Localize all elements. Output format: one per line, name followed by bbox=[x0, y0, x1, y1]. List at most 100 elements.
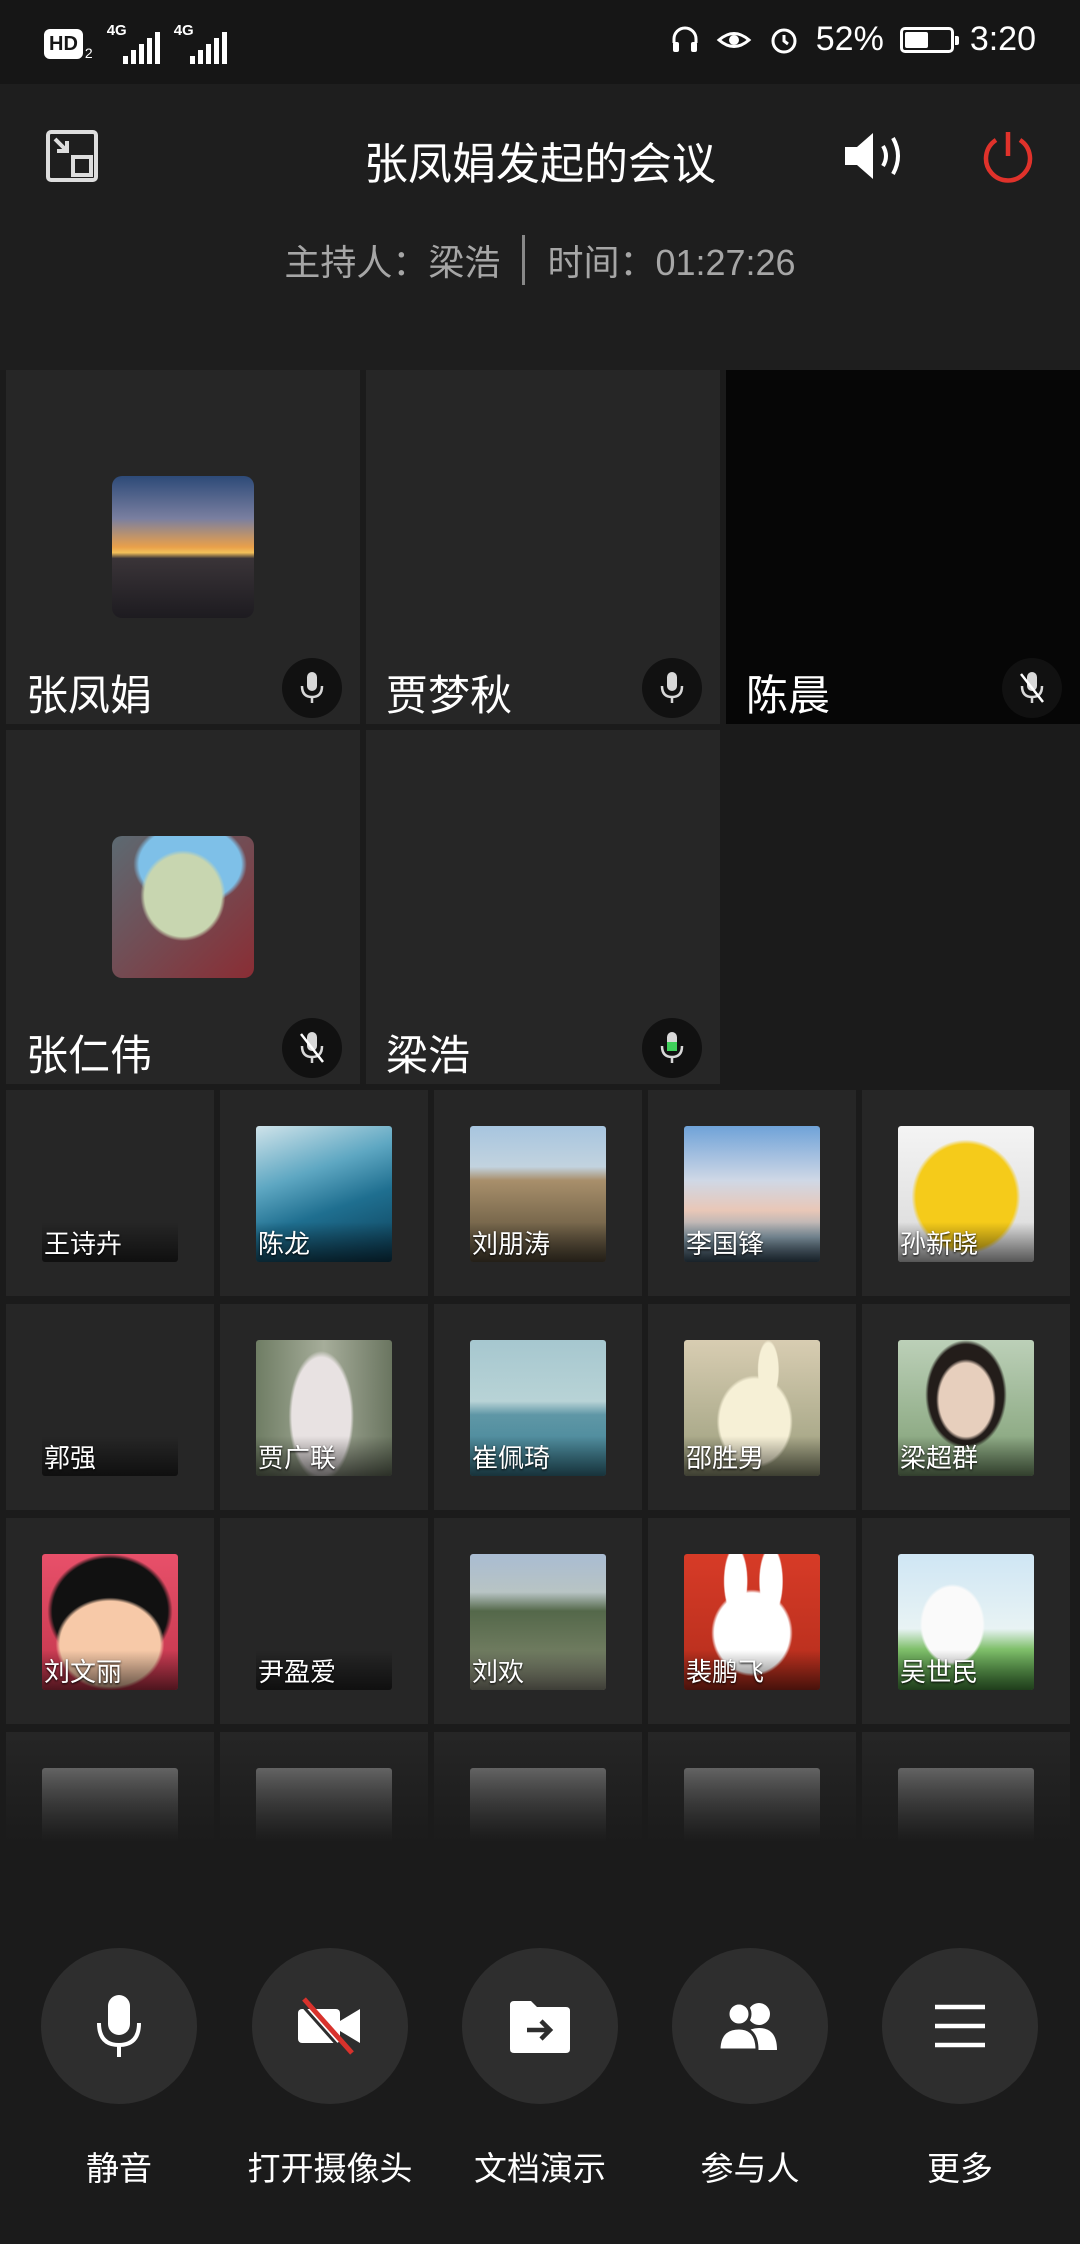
building-photo: 刘朋涛 bbox=[470, 1126, 606, 1262]
participant-name: 王诗卉 bbox=[44, 1229, 123, 1259]
microphone-icon bbox=[282, 658, 342, 718]
document-present-label: 文档演示 bbox=[474, 2150, 606, 2187]
participant-tile[interactable]: 郭强 bbox=[6, 1304, 214, 1510]
participant-tile[interactable]: 尹盈爱 bbox=[220, 1518, 428, 1724]
more-button[interactable]: 更多 bbox=[860, 1948, 1060, 2190]
participant-name: 郭强 bbox=[44, 1443, 97, 1473]
participant-name: 刘朋涛 bbox=[472, 1229, 551, 1259]
hd-voice-badge: HD bbox=[44, 29, 83, 59]
participant-name: 李国锋 bbox=[686, 1229, 765, 1259]
participant-tile[interactable]: 崔佩琦 bbox=[434, 1304, 642, 1510]
participant-tile[interactable]: 裴鹏飞 bbox=[648, 1518, 856, 1724]
mute-label: 静音 bbox=[86, 2150, 152, 2187]
mute-button[interactable]: 静音 bbox=[19, 1948, 219, 2190]
participant-tile[interactable]: 邵胜男 bbox=[648, 1304, 856, 1510]
sea-horizon-photo: 崔佩琦 bbox=[470, 1340, 606, 1476]
participant-tile[interactable]: 刘朋涛 bbox=[434, 1090, 642, 1296]
menu-icon bbox=[935, 2004, 985, 2048]
info-divider bbox=[522, 235, 526, 285]
meeting-info: 主持人：梁浩 时间：01:27:26 bbox=[0, 234, 1080, 286]
participant-name: 崔佩琦 bbox=[472, 1443, 551, 1473]
power-icon bbox=[983, 132, 1033, 183]
more-label: 更多 bbox=[927, 2150, 993, 2187]
ocean-wave-photo: 陈龙 bbox=[256, 1126, 392, 1262]
participants-circle[interactable] bbox=[672, 1948, 828, 2104]
tree-trunk-photo: 贾广联 bbox=[256, 1340, 392, 1476]
yellow-candy-mascot-photo: 孙新晓 bbox=[898, 1126, 1034, 1262]
sleeping-bunny-photo: 尹盈爱 bbox=[256, 1554, 392, 1690]
open-camera-circle[interactable] bbox=[252, 1948, 408, 2104]
participant-name: 孙新晓 bbox=[900, 1229, 979, 1259]
headset-icon bbox=[672, 26, 698, 52]
mic-muted-icon bbox=[1002, 658, 1062, 718]
video-tile[interactable]: 张仁伟 bbox=[6, 730, 360, 1084]
scroll-fade bbox=[0, 1740, 1080, 1860]
video-tile[interactable]: 贾梦秋 bbox=[366, 370, 720, 724]
microphone-icon bbox=[97, 1995, 141, 2057]
mic-speaking-icon bbox=[642, 1018, 702, 1078]
participant-tile[interactable]: 吴世民 bbox=[862, 1518, 1070, 1724]
woman-portrait-photo: 梁超群 bbox=[898, 1340, 1034, 1476]
video-tile[interactable]: 梁浩 bbox=[366, 730, 720, 1084]
participant-name: 刘欢 bbox=[472, 1657, 525, 1687]
participant-tile[interactable]: 刘欢 bbox=[434, 1518, 642, 1724]
participant-name: 梁浩 bbox=[386, 1032, 471, 1079]
participant-name: 陈龙 bbox=[258, 1229, 311, 1259]
document-present-circle[interactable] bbox=[462, 1948, 618, 2104]
participants-button[interactable]: 参与人 bbox=[650, 1948, 850, 2190]
mute-button-circle[interactable] bbox=[41, 1948, 197, 2104]
speaker-icon bbox=[845, 133, 900, 179]
signal-icon-sim2: 4G bbox=[173, 22, 227, 64]
participant-tile[interactable]: 孙新晓 bbox=[862, 1090, 1070, 1296]
participant-name: 贾广联 bbox=[258, 1443, 337, 1473]
participant-name: 吴世民 bbox=[900, 1657, 979, 1687]
battery-fill bbox=[904, 31, 928, 48]
end-meeting-button[interactable] bbox=[976, 124, 1040, 188]
person-in-chair-photo bbox=[472, 476, 614, 618]
snow-mountain-photo bbox=[472, 836, 614, 978]
meeting-title: 张凤娟发起的会议 bbox=[364, 140, 716, 189]
cartoon-scientist-photo bbox=[112, 836, 254, 978]
alarm-icon bbox=[771, 28, 797, 53]
participant-tile[interactable]: 李国锋 bbox=[648, 1090, 856, 1296]
participant-name: 裴鹏飞 bbox=[686, 1657, 765, 1687]
signal-icon-sim1: 4G bbox=[106, 22, 160, 64]
video-tile[interactable]: 张凤娟 bbox=[6, 370, 360, 724]
speaker-button[interactable] bbox=[840, 126, 912, 186]
participants-icon bbox=[717, 2001, 777, 2052]
participant-tile[interactable]: 王诗卉 bbox=[6, 1090, 214, 1296]
network-type-sim2: 4G bbox=[173, 22, 194, 39]
bunny-toy-photo: 邵胜男 bbox=[684, 1340, 820, 1476]
status-right: 52% 3:20 bbox=[670, 20, 1036, 59]
participant-tile[interactable]: 刘文丽 bbox=[6, 1518, 214, 1724]
document-present-button[interactable]: 文档演示 bbox=[440, 1948, 640, 2190]
status-bar: HD 2 4G 4G 52% 3:20 bbox=[0, 0, 1080, 84]
participant-name: 张仁伟 bbox=[26, 1032, 153, 1079]
bunny-soldier-photo: 裴鹏飞 bbox=[684, 1554, 820, 1690]
participant-tile[interactable]: 陈龙 bbox=[220, 1090, 428, 1296]
battery-percent: 52% bbox=[815, 20, 884, 58]
network-type-sim1: 4G bbox=[106, 22, 127, 39]
folder-share-icon bbox=[510, 2001, 570, 2053]
participants-label: 参与人 bbox=[700, 2150, 800, 2187]
status-left: HD 2 4G 4G bbox=[44, 22, 227, 64]
participant-name: 邵胜男 bbox=[686, 1443, 765, 1473]
more-circle[interactable] bbox=[882, 1948, 1038, 2104]
open-camera-button[interactable]: 打开摄像头 bbox=[230, 1948, 430, 2190]
participant-name: 贾梦秋 bbox=[386, 672, 513, 719]
camera-off-icon bbox=[298, 1997, 360, 2057]
participant-tile[interactable]: 梁超群 bbox=[862, 1304, 1070, 1510]
sunset-lake-photo bbox=[112, 476, 254, 618]
participant-name: 陈晨 bbox=[746, 672, 831, 719]
microphone-icon bbox=[642, 658, 702, 718]
meeting-header bbox=[0, 84, 1080, 370]
host-label: 主持人：梁浩 bbox=[284, 242, 501, 283]
participant-name: 张凤娟 bbox=[26, 672, 153, 719]
man-standing-photo: 郭强 bbox=[42, 1340, 178, 1476]
village-photo: 刘欢 bbox=[470, 1554, 606, 1690]
clock: 3:20 bbox=[969, 20, 1036, 58]
participant-name: 尹盈爱 bbox=[258, 1657, 337, 1687]
participant-tile[interactable]: 贾广联 bbox=[220, 1304, 428, 1510]
video-tile[interactable]: 陈晨 bbox=[726, 370, 1080, 724]
sky-clouds-photo: 李国锋 bbox=[684, 1126, 820, 1262]
